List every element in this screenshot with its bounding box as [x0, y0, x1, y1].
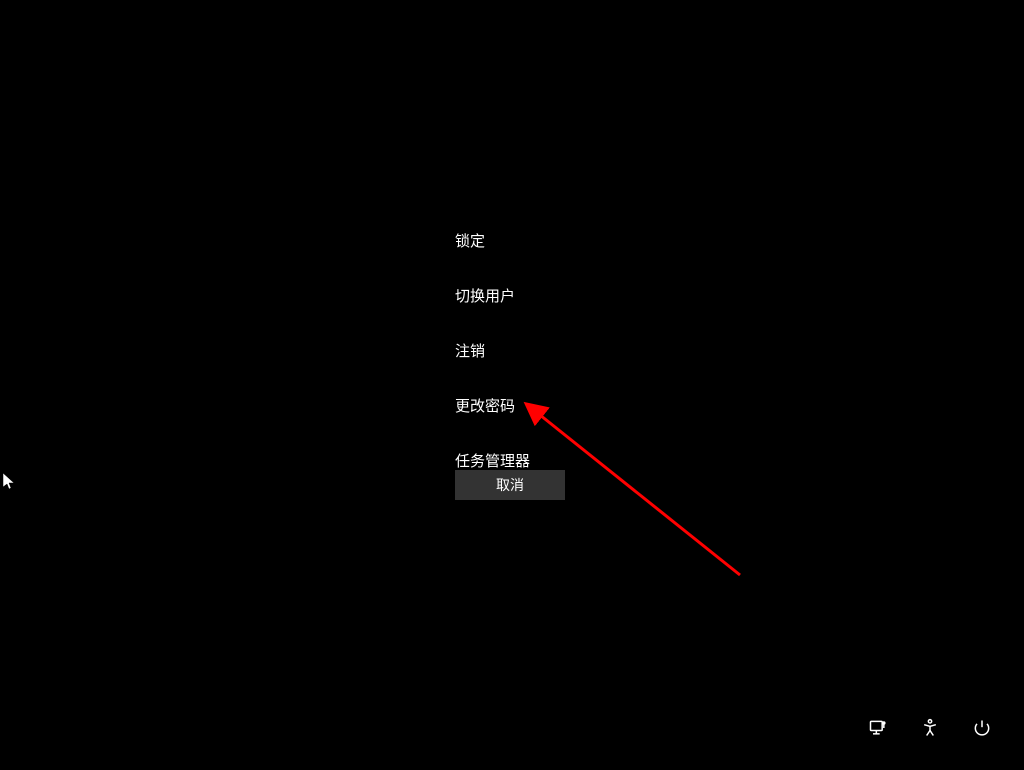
menu-item-lock[interactable]: 锁定: [455, 220, 530, 261]
menu-item-label: 任务管理器: [455, 453, 530, 470]
menu-item-label: 锁定: [455, 233, 485, 250]
menu-item-change-password[interactable]: 更改密码: [455, 385, 530, 426]
menu-item-switch-user[interactable]: 切换用户: [455, 275, 530, 316]
power-icon[interactable]: [970, 716, 994, 740]
bottom-icon-bar: [866, 716, 994, 740]
menu-item-sign-out[interactable]: 注销: [455, 330, 530, 371]
menu-item-label: 注销: [455, 343, 485, 360]
menu-item-label: 更改密码: [455, 398, 515, 415]
menu-item-label: 切换用户: [455, 288, 515, 305]
cancel-button-label: 取消: [496, 477, 524, 493]
security-options-menu: 锁定 切换用户 注销 更改密码 任务管理器: [455, 220, 530, 495]
cancel-button[interactable]: 取消: [455, 470, 565, 500]
accessibility-icon[interactable]: [918, 716, 942, 740]
mouse-cursor-icon: [3, 473, 17, 491]
network-icon[interactable]: [866, 716, 890, 740]
